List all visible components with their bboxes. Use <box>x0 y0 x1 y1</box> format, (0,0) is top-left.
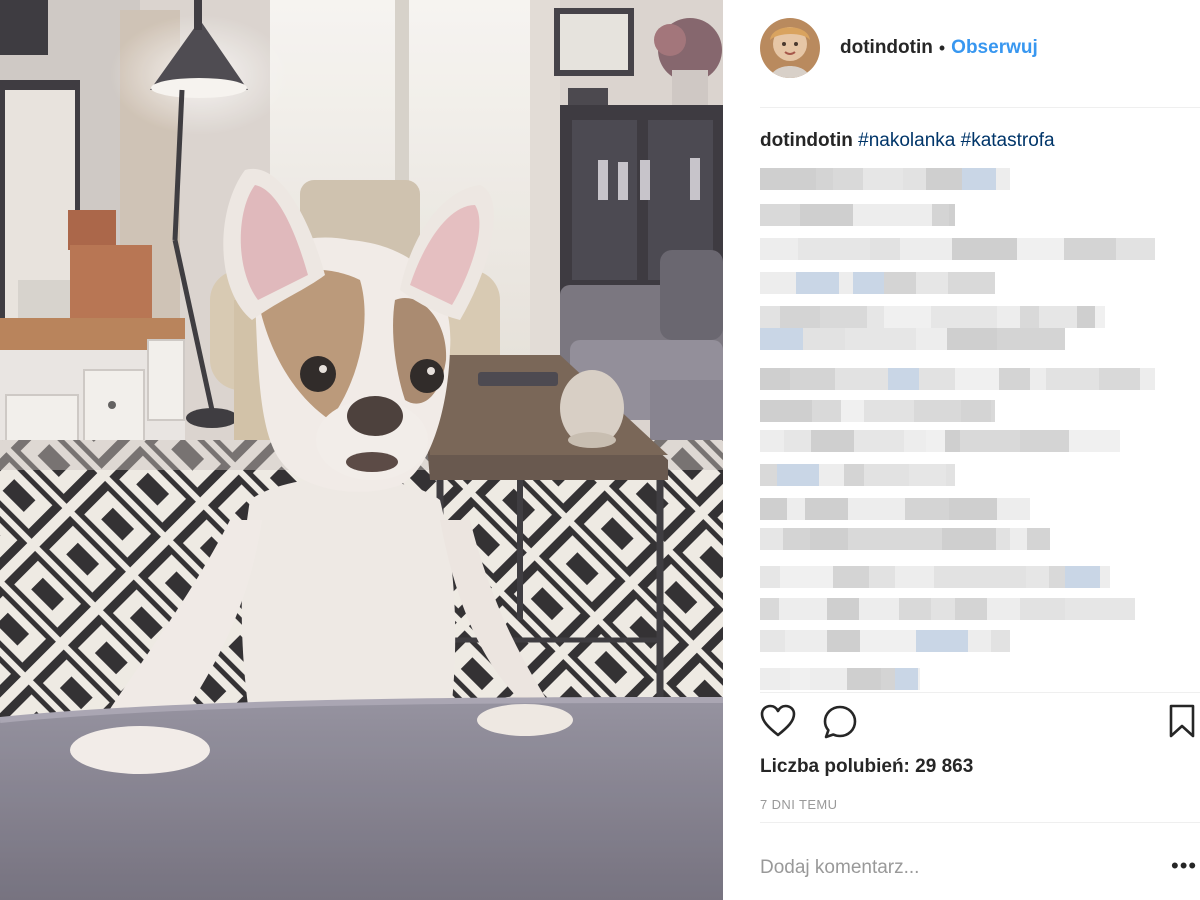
pixelated-block <box>760 528 1050 550</box>
pixelated-block <box>760 328 1065 350</box>
hashtag-link[interactable]: #katastrofa <box>961 130 1055 151</box>
dog-photo-image <box>0 0 723 900</box>
pixelated-caption-text <box>760 168 1190 692</box>
pixelated-block <box>760 306 1105 328</box>
comment-input[interactable]: Dodaj komentarz... <box>760 853 1160 883</box>
pixelated-block <box>760 630 1010 652</box>
action-bar <box>760 704 1195 745</box>
pixelated-block <box>760 598 1135 620</box>
pixelated-block <box>760 204 955 226</box>
speech-bubble-icon[interactable] <box>822 704 858 745</box>
avatar[interactable] <box>760 18 820 78</box>
pixelated-block <box>760 430 1120 452</box>
post-sidebar: dotindotin • Obserwuj dotindotin #nakola… <box>723 0 1200 900</box>
avatar-image <box>760 18 820 78</box>
pixelated-block <box>760 668 920 690</box>
pixelated-block <box>760 272 995 294</box>
ellipsis-icon[interactable]: ••• <box>1171 855 1197 877</box>
likes-count[interactable]: Liczba polubień: 29 863 <box>760 756 973 778</box>
comments-divider <box>760 692 1200 693</box>
separator-dot: • <box>938 37 946 58</box>
post-timestamp[interactable]: 7 DNI TEMU <box>760 797 837 812</box>
post-header: dotindotin • Obserwuj <box>760 16 1038 80</box>
pixelated-block <box>760 368 1155 390</box>
post-caption: dotindotin #nakolanka #katastrofa <box>760 128 1190 154</box>
header-divider <box>760 107 1200 108</box>
follow-button[interactable]: Obserwuj <box>951 37 1038 59</box>
comment-divider <box>760 822 1200 823</box>
pixelated-block <box>760 238 1155 260</box>
heart-outline-icon[interactable] <box>760 704 796 743</box>
pixelated-block <box>760 168 1010 190</box>
hashtag-link[interactable]: #nakolanka <box>858 130 955 151</box>
caption-username[interactable]: dotindotin <box>760 130 853 151</box>
pixelated-block <box>760 464 955 486</box>
post-photo[interactable] <box>0 0 723 900</box>
bookmark-icon[interactable] <box>1168 704 1196 743</box>
pixelated-block <box>760 498 1030 520</box>
pixelated-block <box>760 400 995 422</box>
header-username[interactable]: dotindotin <box>840 37 933 59</box>
pixelated-block <box>760 566 1110 588</box>
